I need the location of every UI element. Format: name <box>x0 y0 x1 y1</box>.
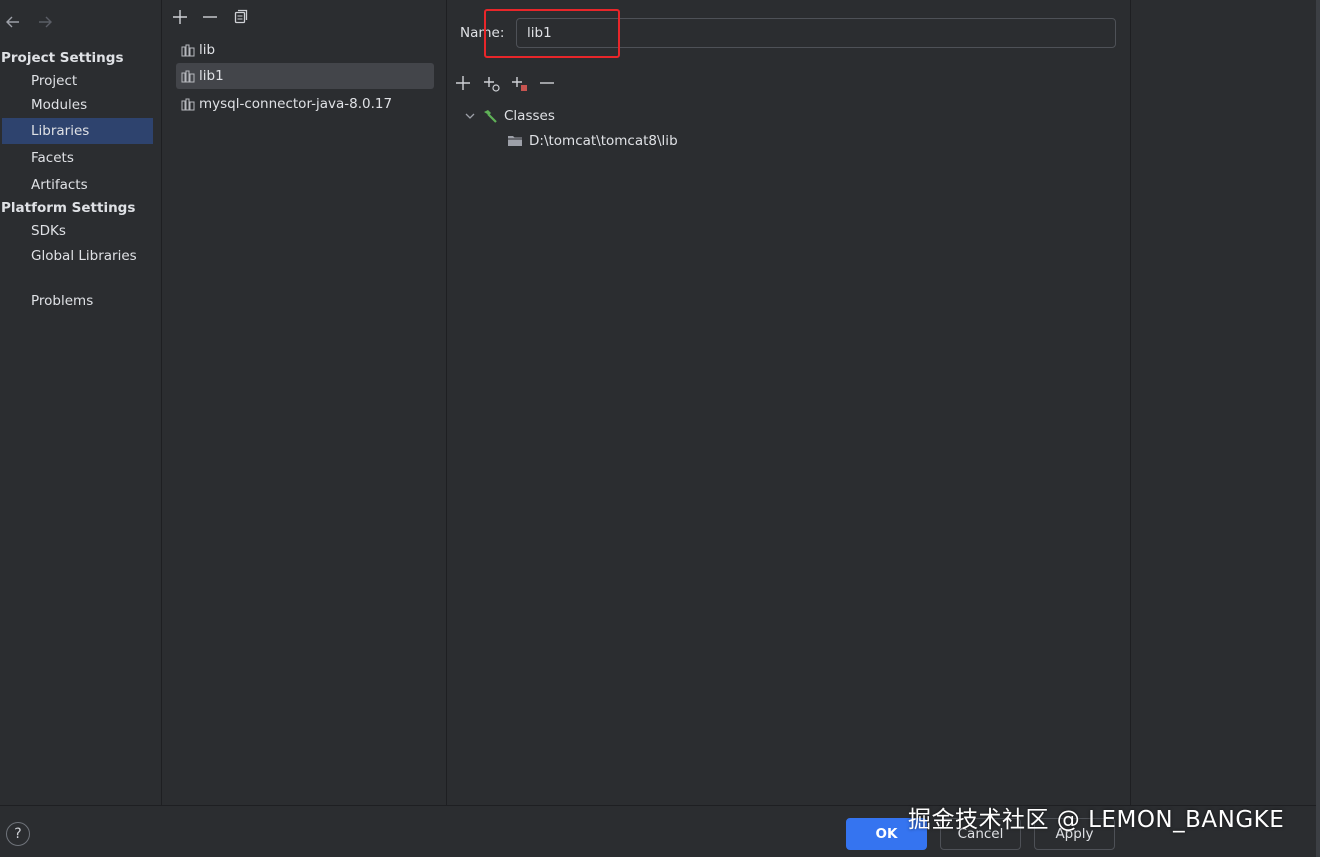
chevron-down-icon[interactable] <box>464 106 476 126</box>
library-icon <box>180 68 196 84</box>
plus-icon[interactable] <box>169 6 191 28</box>
library-item-mysql-connector[interactable]: mysql-connector-java-8.0.17 <box>176 91 434 117</box>
back-arrow-icon[interactable] <box>4 12 22 32</box>
library-icon <box>180 42 196 58</box>
tree-node-classes[interactable]: Classes <box>464 106 555 126</box>
remove-icon[interactable] <box>536 72 558 94</box>
library-icon <box>180 96 196 112</box>
nav-item-sdks[interactable]: SDKs <box>2 218 153 244</box>
library-item-label: lib1 <box>199 68 224 84</box>
nav-history <box>4 12 54 32</box>
add-icon[interactable] <box>452 72 474 94</box>
library-item-label: mysql-connector-java-8.0.17 <box>199 96 393 112</box>
library-detail-panel: Name: Classes D:\tomcat\tomcat8\lib <box>448 0 1131 805</box>
classes-toolbar <box>452 72 558 94</box>
add-url-icon[interactable] <box>508 72 530 94</box>
library-item-lib[interactable]: lib <box>176 37 434 63</box>
nav-item-facets[interactable]: Facets <box>2 145 153 171</box>
nav-item-project[interactable]: Project <box>2 68 153 94</box>
nav-item-modules[interactable]: Modules <box>2 92 153 118</box>
library-item-lib1[interactable]: lib1 <box>176 63 434 89</box>
nav-item-global-libraries[interactable]: Global Libraries <box>2 243 153 269</box>
project-settings-header: Project Settings <box>1 50 124 66</box>
hammer-icon <box>482 108 498 124</box>
name-input[interactable] <box>516 18 1116 48</box>
platform-settings-header: Platform Settings <box>1 200 136 216</box>
tree-node-label: Classes <box>504 108 555 124</box>
add-jar-icon[interactable] <box>480 72 502 94</box>
watermark-text: 掘金技术社区 @ LEMON_BANGKE <box>908 807 1285 833</box>
name-label: Name: <box>460 25 505 41</box>
window-edge <box>1316 0 1320 857</box>
nav-item-artifacts[interactable]: Artifacts <box>2 172 153 198</box>
settings-nav: Project Settings Project Modules Librari… <box>0 0 162 805</box>
copy-icon[interactable] <box>229 6 251 28</box>
nav-item-problems[interactable]: Problems <box>2 288 153 314</box>
libraries-list-panel: lib lib1 mysql-connector-java-8.0.17 <box>163 0 447 805</box>
help-icon[interactable]: ? <box>6 822 30 846</box>
libraries-toolbar <box>169 6 251 28</box>
tree-node-path[interactable]: D:\tomcat\tomcat8\lib <box>507 133 678 149</box>
minus-icon[interactable] <box>199 6 221 28</box>
forward-arrow-icon[interactable] <box>36 12 54 32</box>
empty-area <box>1132 0 1316 805</box>
tree-node-label: D:\tomcat\tomcat8\lib <box>529 133 678 149</box>
folder-icon <box>507 133 523 149</box>
nav-item-libraries[interactable]: Libraries <box>2 118 153 144</box>
library-item-label: lib <box>199 42 216 58</box>
